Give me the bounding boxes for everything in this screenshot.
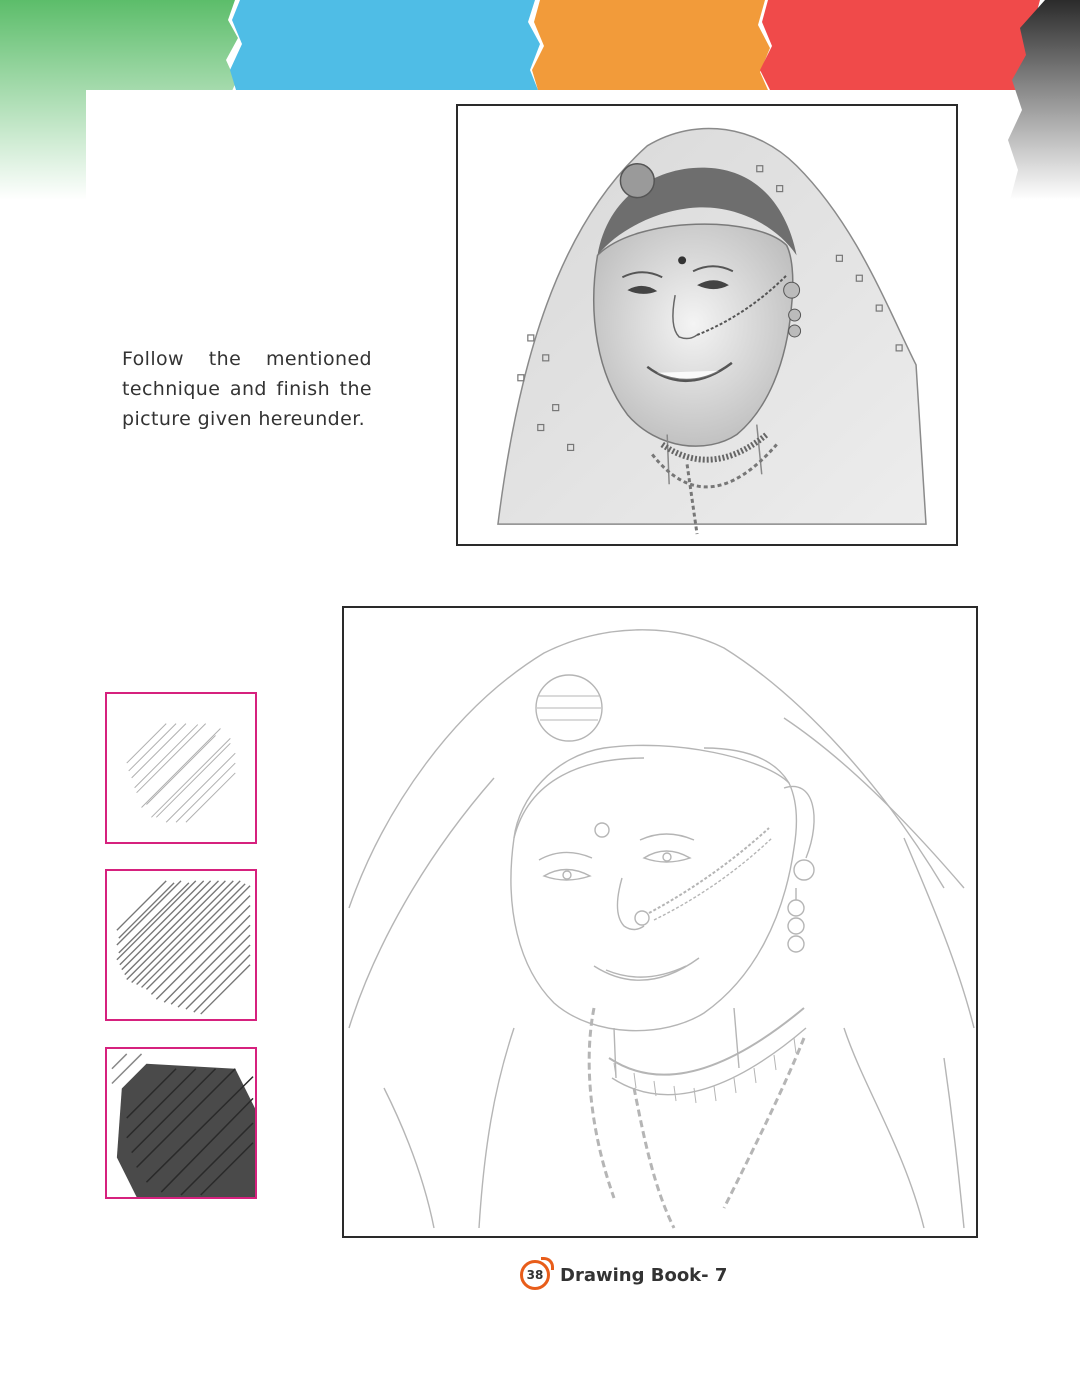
- page-number-badge: 38: [520, 1257, 554, 1290]
- light-shading-swatch: [105, 692, 257, 844]
- instruction-text: Follow the mentioned technique and finis…: [122, 348, 372, 430]
- dark-shading-swatch: [105, 1047, 257, 1199]
- reference-drawing-frame: [456, 104, 958, 546]
- page-number: 38: [526, 1268, 544, 1282]
- page-footer: 38 Drawing Book- 7: [520, 1257, 728, 1292]
- portrait-outline-sketch: [348, 629, 975, 1229]
- shaded-portrait-sketch: [497, 127, 927, 535]
- medium-shading-swatch: [105, 869, 257, 1021]
- outline-drawing-frame: [342, 606, 978, 1238]
- orange-paper-strip: [532, 0, 770, 90]
- red-paper-strip: [760, 0, 1044, 100]
- blue-paper-strip: [230, 0, 540, 90]
- book-title: Drawing Book- 7: [560, 1264, 728, 1286]
